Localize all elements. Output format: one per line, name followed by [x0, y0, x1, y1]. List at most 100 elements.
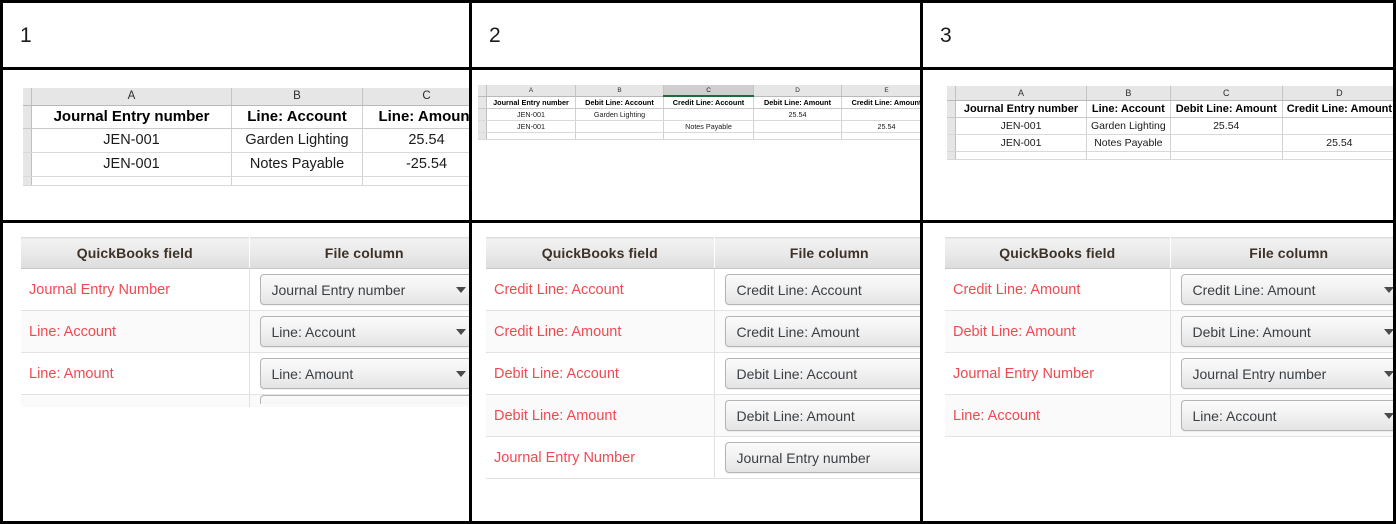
data-cell[interactable] [1170, 134, 1283, 152]
file-column-dropdown[interactable]: Journal Entry number [1180, 358, 1393, 389]
column-header-c[interactable]: C [362, 88, 469, 106]
panel-3-header: 3 [923, 3, 1393, 70]
file-column-dropdown[interactable]: Debit Line: Amount [724, 400, 920, 431]
file-column-cell: Debit Line: Amount [714, 394, 920, 437]
dropdown-value: Line: Amount [271, 365, 354, 382]
data-cell[interactable] [753, 120, 842, 133]
data-cell[interactable]: Garden Lighting [575, 108, 664, 121]
data-cell[interactable]: Notes Payable [663, 120, 754, 133]
column-header-a[interactable]: A [955, 86, 1087, 101]
empty-cell[interactable] [753, 132, 842, 140]
file-column-dropdown[interactable]: Credit Line: Account [724, 274, 920, 305]
mapping-header-row: QuickBooks field File column [486, 237, 920, 269]
empty-cell[interactable] [231, 176, 363, 186]
column-header-a[interactable]: A [31, 88, 232, 106]
empty-cell[interactable] [1282, 151, 1393, 160]
data-cell[interactable]: Garden Lighting [231, 128, 363, 153]
field-name-cell[interactable]: Debit Line: Account [575, 96, 664, 109]
quickbooks-field-label: Line: Amount [21, 352, 250, 395]
spreadsheet-empty-row [23, 176, 469, 186]
mapping-row: Line: Account Line: Account [21, 310, 469, 353]
quickbooks-field-label: Line: Account [945, 394, 1171, 437]
data-cell[interactable]: JEN-001 [486, 120, 576, 133]
empty-cell[interactable] [1170, 151, 1283, 160]
data-cell[interactable]: JEN-001 [955, 134, 1087, 152]
empty-cell[interactable] [31, 176, 232, 186]
data-cell[interactable]: JEN-001 [955, 117, 1087, 135]
spreadsheet-column-header-row: A B C D E [478, 85, 920, 97]
panel-2: 2 A B C D E Journal Entry number Debit L… [469, 3, 923, 521]
field-name-cell[interactable]: Line: Amount [362, 105, 469, 129]
spreadsheet-data-row: JEN-001 Notes Payable 25.54 [478, 120, 920, 133]
spreadsheet-data-row: JEN-001 Notes Payable 25.54 [947, 134, 1393, 152]
header-file-column: File column [1170, 237, 1393, 269]
file-column-dropdown[interactable]: Line: Amount [259, 358, 469, 389]
data-cell[interactable]: 25.54 [753, 108, 842, 121]
dropdown-value: Credit Line: Amount [1192, 281, 1316, 298]
field-name-cell[interactable]: Line: Account [1086, 100, 1171, 118]
file-column-dropdown[interactable]: Journal Entry number [259, 274, 469, 305]
data-cell[interactable]: JEN-001 [486, 108, 576, 121]
field-name-cell[interactable]: Debit Line: Amount [1170, 100, 1283, 118]
data-cell[interactable] [1282, 117, 1393, 135]
quickbooks-field-label: Line: Account [21, 310, 250, 353]
column-header-b[interactable]: B [1086, 86, 1171, 101]
spreadsheet-field-name-row: Journal Entry number Line: Account Line:… [23, 105, 469, 129]
column-header-b[interactable]: B [575, 85, 664, 97]
mapping-row: Journal Entry Number Journal Entry numbe… [21, 268, 469, 311]
empty-cell[interactable] [362, 176, 469, 186]
dropdown-value: Journal Entry number [1192, 365, 1327, 382]
dropdown-value: Journal Entry number [736, 449, 871, 466]
data-cell[interactable]: JEN-001 [31, 152, 232, 177]
file-column-dropdown[interactable]: Journal Entry number [724, 442, 920, 473]
column-header-d[interactable]: D [1282, 86, 1393, 101]
field-name-cell[interactable]: Journal Entry number [486, 96, 576, 109]
data-cell[interactable]: 25.54 [362, 128, 469, 153]
data-cell[interactable]: 25.54 [1170, 117, 1283, 135]
field-name-cell[interactable]: Debit Line: Amount [753, 96, 842, 109]
empty-cell[interactable] [663, 132, 754, 140]
file-column-dropdown[interactable]: Credit Line: Amount [1180, 274, 1393, 305]
data-cell[interactable]: Notes Payable [231, 152, 363, 177]
file-column-dropdown[interactable]: Debit Line: Account [724, 358, 920, 389]
data-cell[interactable]: JEN-001 [31, 128, 232, 153]
column-header-b[interactable]: B [231, 88, 363, 106]
dropdown-value: Debit Line: Amount [736, 407, 855, 424]
column-header-c[interactable]: C [1170, 86, 1283, 101]
empty-cell[interactable] [841, 132, 920, 140]
file-column-dropdown[interactable]: Debit Line: Amount [1180, 316, 1393, 347]
field-name-cell[interactable]: Line: Account [231, 105, 363, 129]
field-name-cell[interactable]: Credit Line: Amount [1282, 100, 1393, 118]
data-cell[interactable] [841, 108, 920, 121]
panel-number-label: 3 [940, 23, 952, 47]
quickbooks-field-label: Credit Line: Amount [486, 310, 715, 353]
data-cell[interactable]: Garden Lighting [1086, 117, 1171, 135]
column-header-d[interactable]: D [753, 85, 842, 97]
column-header-a[interactable]: A [486, 85, 576, 97]
field-name-cell[interactable]: Journal Entry number [955, 100, 1087, 118]
data-cell[interactable]: 25.54 [1282, 134, 1393, 152]
data-cell[interactable]: Notes Payable [1086, 134, 1171, 152]
file-column-dropdown[interactable]: Credit Line: Amount [724, 316, 920, 347]
mapping-row: Debit Line: Amount Debit Line: Amount [945, 310, 1393, 353]
field-name-cell[interactable]: Credit Line: Account [663, 96, 754, 109]
data-cell[interactable]: 25.54 [841, 120, 920, 133]
empty-cell[interactable] [955, 151, 1087, 160]
data-cell[interactable]: -25.54 [362, 152, 469, 177]
spreadsheet-column-header-row: A B C D [947, 86, 1393, 101]
column-header-c-selected[interactable]: C [663, 85, 754, 97]
column-header-e[interactable]: E [841, 85, 920, 97]
empty-cell[interactable] [575, 132, 664, 140]
file-column-dropdown-partial[interactable] [260, 395, 469, 404]
panel-2-mapping-panel: QuickBooks field File column Credit Line… [486, 237, 920, 479]
file-column-dropdown[interactable]: Line: Account [1180, 400, 1393, 431]
mapping-row: Journal Entry Number Journal Entry numbe… [945, 352, 1393, 395]
data-cell[interactable] [663, 108, 754, 121]
empty-cell[interactable] [1086, 151, 1171, 160]
file-column-dropdown[interactable]: Line: Account [259, 316, 469, 347]
three-panel-figure: 1 A B C Journal Entry number Line: Accou… [0, 0, 1396, 524]
field-name-cell[interactable]: Journal Entry number [31, 105, 232, 129]
field-name-cell[interactable]: Credit Line: Amount [841, 96, 920, 109]
data-cell[interactable] [575, 120, 664, 133]
empty-cell[interactable] [486, 132, 576, 140]
